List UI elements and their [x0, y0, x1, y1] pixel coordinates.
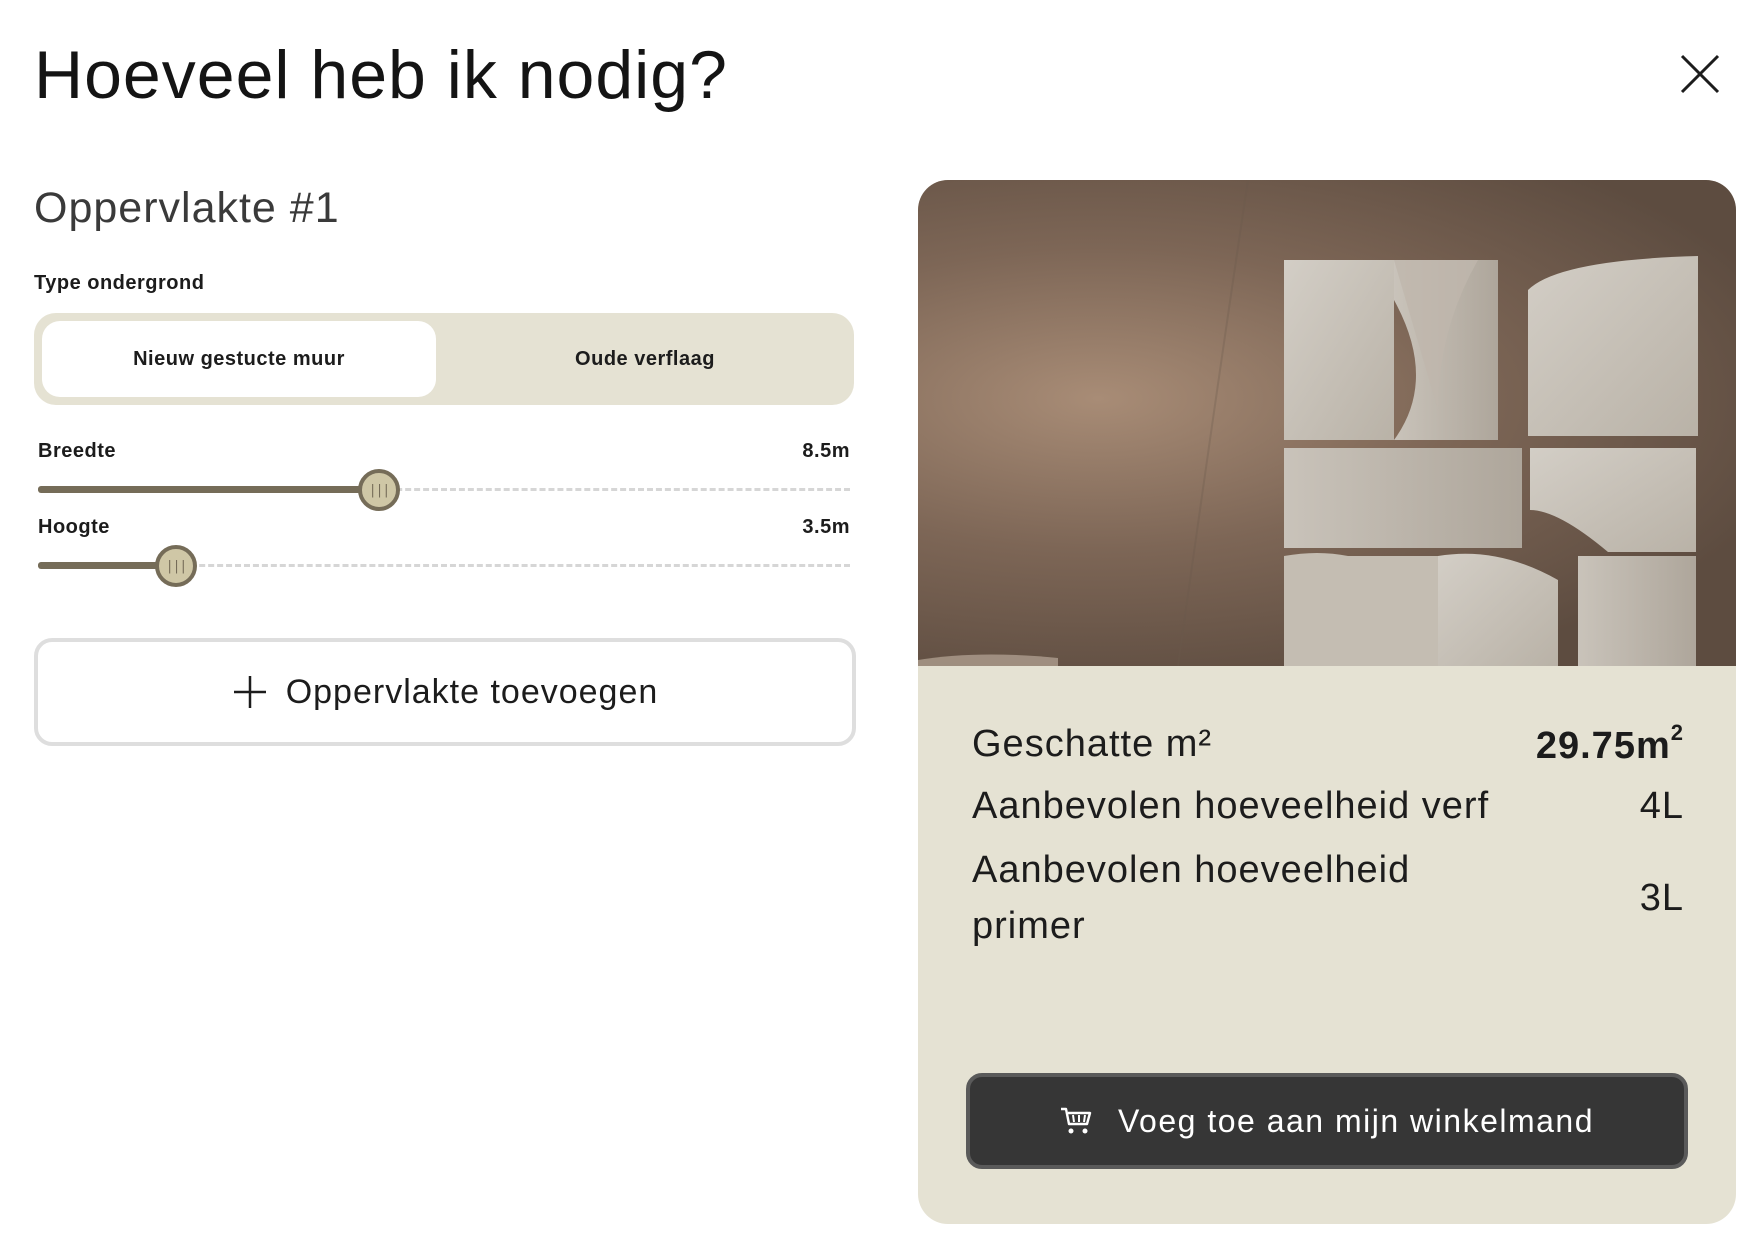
width-slider-thumb[interactable]: ||| [358, 469, 401, 511]
surface-title: Oppervlakte #1 [34, 184, 340, 232]
add-to-cart-label: Voeg toe aan mijn winkelmand [1117, 1102, 1595, 1139]
width-slider-row: Breedte 8.5m ||| [38, 440, 850, 511]
height-slider-thumb[interactable]: ||| [155, 545, 198, 587]
add-surface-label: Oppervlakte toevoegen [285, 672, 659, 711]
width-label: Breedte [38, 440, 116, 462]
close-icon [1680, 54, 1720, 94]
paint-value: 4L [1639, 784, 1684, 827]
primer-value: 3L [1639, 876, 1684, 919]
product-image [918, 180, 1736, 666]
add-surface-button[interactable]: Oppervlakte toevoegen [34, 638, 856, 746]
plus-icon [233, 676, 266, 708]
height-slider-row: Hoogte 3.5m ||| [38, 516, 850, 587]
paint-label: Aanbevolen hoeveelheid verf [972, 785, 1490, 827]
height-value: 3.5m [802, 516, 850, 538]
close-button[interactable] [1676, 50, 1724, 98]
estimated-area-label: Geschatte m² [972, 723, 1213, 765]
height-slider[interactable]: ||| [38, 545, 850, 587]
substrate-label: Type ondergrond [34, 272, 205, 294]
summary-stats: Geschatte m² 29.75m2 Aanbevolen hoeveelh… [972, 716, 1684, 954]
height-label: Hoogte [38, 516, 110, 538]
cart-icon [1060, 1107, 1092, 1134]
substrate-option-new-plaster[interactable]: Nieuw gestucte muur [42, 321, 436, 397]
add-to-cart-button[interactable]: Voeg toe aan mijn winkelmand [966, 1073, 1688, 1169]
dialog-title: Hoeveel heb ik nodig? [34, 37, 728, 113]
substrate-option-old-paint[interactable]: Oude verflaag [444, 321, 846, 397]
width-slider[interactable]: ||| [38, 469, 850, 511]
primer-label: Aanbevolen hoeveelheid primer [972, 849, 1411, 947]
width-value: 8.5m [802, 440, 850, 462]
substrate-toggle: Nieuw gestucte muur Oude verflaag [34, 313, 854, 405]
summary-card: Geschatte m² 29.75m2 Aanbevolen hoeveelh… [918, 180, 1736, 1224]
paint-row: Aanbevolen hoeveelheid verf 4L [972, 778, 1684, 834]
primer-row: Aanbevolen hoeveelheid primer 3L [972, 842, 1684, 954]
width-track-fill [38, 486, 380, 493]
estimated-area-row: Geschatte m² 29.75m2 [972, 716, 1684, 772]
estimated-area-value: 29.75m2 [1535, 720, 1684, 767]
